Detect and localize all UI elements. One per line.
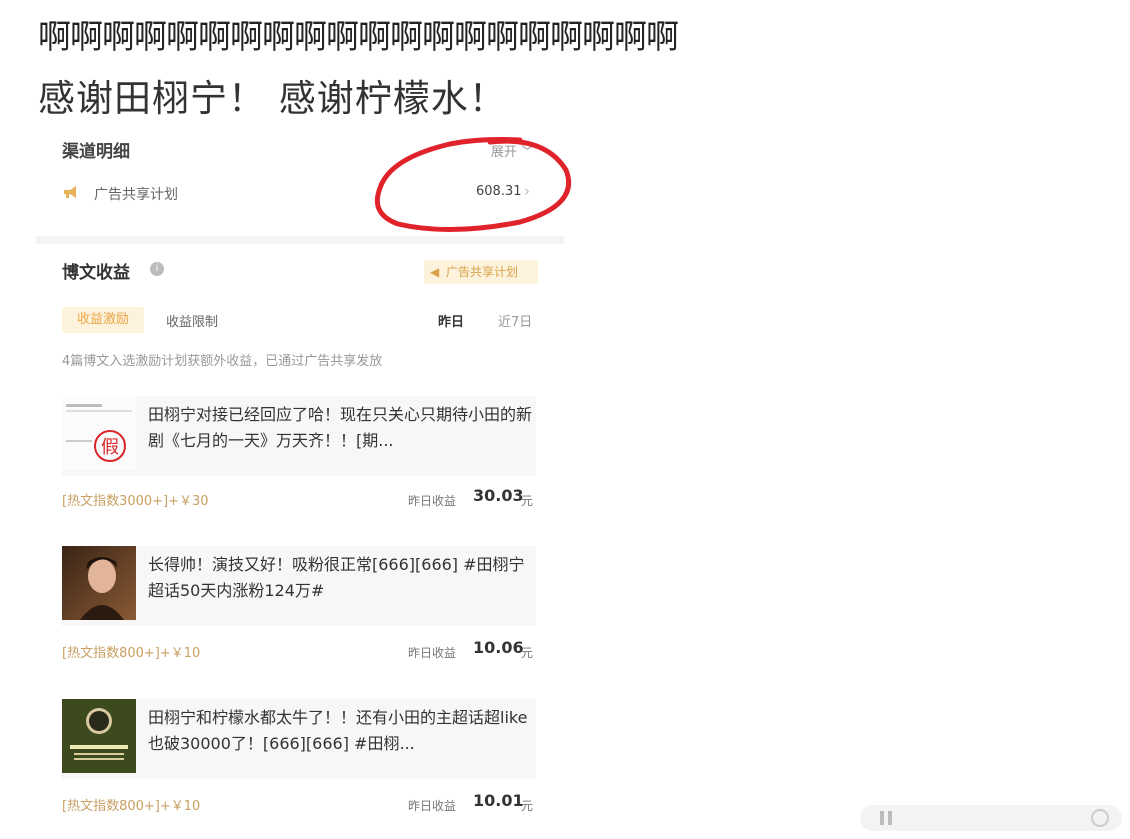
earn-unit: 元 [521, 799, 534, 813]
post-text: 田栩宁对接已经回应了哈！现在只关心只期待小田的新剧《七月的一天》万天齐！！[期.… [148, 405, 533, 450]
post-text: 田栩宁和柠檬水都太牛了！！还有小田的主超话超like也破30000了！[666]… [148, 708, 528, 753]
post-card[interactable]: 长得帅！演技又好！吸粉很正常[666][666] #田栩宁超话50天内涨粉124… [62, 546, 536, 626]
earn-unit: 元 [521, 646, 534, 660]
bottom-toolbar [860, 805, 1122, 831]
earn-value: 10.06 [473, 638, 524, 657]
channel-detail-title: 渠道明细 [62, 142, 130, 162]
annotation-circle [374, 137, 572, 232]
earn-value: 30.03 [473, 486, 524, 505]
post-text-line-2: 感谢田栩宁！ 感谢柠檬水！ [38, 77, 507, 120]
post-text: 长得帅！演技又好！吸粉很正常[666][666] #田栩宁超话50天内涨粉124… [148, 555, 525, 600]
post-income-title: 博文收益 [62, 263, 130, 283]
ad-share-row-label[interactable]: 广告共享计划 [94, 184, 178, 204]
earn-label: 昨日收益 [408, 494, 457, 508]
fake-stamp-image: 假 [62, 396, 136, 470]
income-screenshot: 渠道明细 展开 ﹀ 广告共享计划 608.31 › 博文收益 i ◀ 广告共享计划… [36, 140, 564, 839]
earn-label: 昨日收益 [408, 799, 457, 813]
earn-value: 10.01 [473, 791, 524, 810]
post-card[interactable]: 田栩宁和柠檬水都太牛了！！还有小田的主超话超like也破30000了！[666]… [62, 699, 536, 779]
reward-tag: [热文指数3000+]+￥30 [62, 494, 209, 509]
megaphone-icon [64, 186, 76, 198]
megaphone-icon: ◀ [430, 265, 440, 279]
portrait-image [62, 546, 136, 620]
ad-share-badge[interactable]: ◀ 广告共享计划 [424, 260, 538, 284]
earn-label: 昨日收益 [408, 646, 457, 660]
range-7-days[interactable]: 近7日 [498, 311, 532, 330]
reward-tag: [热文指数800+]+￥10 [62, 799, 201, 814]
reward-tag: [热文指数800+]+￥10 [62, 646, 201, 661]
earn-unit: 元 [521, 494, 534, 508]
post-card[interactable]: 假 田栩宁对接已经回应了哈！现在只关心只期待小田的新剧《七月的一天》万天齐！！[… [62, 396, 536, 476]
ad-share-badge-label: 广告共享计划 [446, 265, 519, 279]
tab-income-incentive[interactable]: 收益激励 [62, 307, 144, 333]
post-text-line-1: 啊啊啊啊啊啊啊啊啊啊啊啊啊啊啊啊啊啊啊啊 [38, 17, 679, 56]
incentive-note: 4篇博文入选激励计划获额外收益，已通过广告共享发放 [62, 354, 383, 369]
range-yesterday[interactable]: 昨日 [438, 311, 464, 330]
post-thumbnail: 假 [62, 396, 136, 470]
stamp-mark: 假 [101, 437, 119, 458]
info-icon[interactable]: i [150, 262, 164, 276]
post-thumbnail [62, 699, 136, 773]
post-thumbnail [62, 546, 136, 620]
tab-income-limit[interactable]: 收益限制 [166, 311, 218, 330]
poster-image [62, 699, 136, 773]
